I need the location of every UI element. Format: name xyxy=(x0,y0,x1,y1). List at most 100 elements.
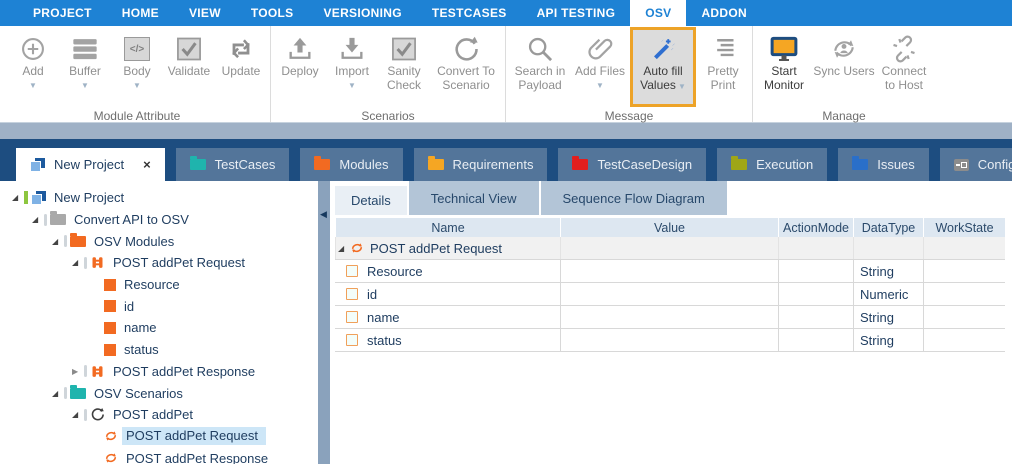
chevron-down-icon[interactable]: ▼ xyxy=(678,82,686,91)
tab-technical-view[interactable]: Technical View xyxy=(409,181,539,215)
actionmode-cell[interactable] xyxy=(778,306,853,328)
column-header-actionmode[interactable]: ActionMode xyxy=(778,218,853,237)
datatype-cell[interactable]: String xyxy=(853,260,923,282)
tree-splitter[interactable]: ◀ xyxy=(318,181,330,464)
tree-item-osv-modules[interactable]: ◢ OSV Modules xyxy=(10,230,318,252)
tab-requirements[interactable]: Requirements xyxy=(414,148,548,181)
menu-api-testing[interactable]: API TESTING xyxy=(522,0,631,26)
workstate-cell[interactable] xyxy=(923,329,1005,351)
validate-button[interactable]: Validate xyxy=(163,31,215,107)
chevron-down-icon[interactable]: ▼ xyxy=(348,82,356,90)
tab-issues[interactable]: Issues xyxy=(838,148,929,181)
chevron-down-icon[interactable]: ▼ xyxy=(29,82,37,90)
expander-icon[interactable]: ◢ xyxy=(52,237,64,246)
row-checkbox[interactable] xyxy=(346,265,358,277)
table-group-row[interactable]: ◢ POST addPet Request xyxy=(335,237,1005,260)
ribbon-group-module-attribute: Add ▼ Buffer ▼ </> Body ▼ xyxy=(4,26,271,122)
workstate-cell[interactable] xyxy=(923,260,1005,282)
menu-home[interactable]: HOME xyxy=(107,0,174,26)
value-cell[interactable] xyxy=(560,329,778,351)
value-cell[interactable] xyxy=(560,283,778,305)
workstate-cell[interactable] xyxy=(923,306,1005,328)
datatype-cell[interactable]: String xyxy=(853,306,923,328)
import-button[interactable]: Import ▼ xyxy=(326,31,378,107)
tree-item-name[interactable]: name xyxy=(10,317,318,339)
start-monitor-button[interactable]: Start Monitor xyxy=(756,31,812,107)
expander-icon[interactable]: ◢ xyxy=(72,258,84,267)
tab-configurations[interactable]: Configurations xyxy=(940,148,1012,181)
tree-item-convert-api-to-osv[interactable]: ◢ Convert API to OSV xyxy=(10,209,318,231)
table-row[interactable]: status String xyxy=(335,329,1005,352)
convert-to-scenario-button[interactable]: Convert To Scenario xyxy=(430,31,502,107)
add-files-button[interactable]: Add Files ▼ xyxy=(571,31,629,107)
menu-addon[interactable]: ADDON xyxy=(686,0,762,26)
actionmode-cell[interactable] xyxy=(778,329,853,351)
chevron-down-icon[interactable]: ▼ xyxy=(596,82,604,90)
column-header-value[interactable]: Value xyxy=(560,218,778,237)
row-checkbox[interactable] xyxy=(346,288,358,300)
table-row[interactable]: id Numeric xyxy=(335,283,1005,306)
chevron-down-icon[interactable]: ▼ xyxy=(133,82,141,90)
tree-item-post-addpet-request-scenario[interactable]: POST addPet Request xyxy=(10,426,318,448)
expander-icon[interactable]: ◢ xyxy=(338,244,350,253)
menu-tools[interactable]: TOOLS xyxy=(236,0,309,26)
body-button[interactable]: </> Body ▼ xyxy=(111,31,163,107)
actionmode-cell[interactable] xyxy=(778,260,853,282)
expander-icon[interactable]: ◢ xyxy=(72,410,84,419)
pretty-print-button[interactable]: Pretty Print xyxy=(697,31,749,107)
search-in-payload-button[interactable]: Search in Payload xyxy=(509,31,571,107)
tab-details[interactable]: Details xyxy=(335,186,407,215)
expander-icon[interactable]: ◢ xyxy=(32,215,44,224)
menu-osv[interactable]: OSV xyxy=(630,0,686,26)
column-header-datatype[interactable]: DataType xyxy=(853,218,923,237)
value-cell[interactable] xyxy=(560,260,778,282)
tab-testcasedesign[interactable]: TestCaseDesign xyxy=(558,148,706,181)
tree-item-post-addpet[interactable]: ◢ POST addPet xyxy=(10,404,318,426)
collapse-left-icon[interactable]: ◀ xyxy=(320,209,327,220)
sanity-check-button[interactable]: Sanity Check xyxy=(378,31,430,107)
menu-view[interactable]: VIEW xyxy=(174,0,236,26)
sync-users-button[interactable]: Sync Users xyxy=(812,31,876,107)
monitor-icon xyxy=(769,33,799,65)
workstate-cell[interactable] xyxy=(923,283,1005,305)
datatype-cell[interactable]: Numeric xyxy=(853,283,923,305)
table-header-row: Name Value ActionMode DataType WorkState xyxy=(335,218,1005,237)
menu-testcases[interactable]: TESTCASES xyxy=(417,0,522,26)
add-button[interactable]: Add ▼ xyxy=(7,31,59,107)
tab-modules[interactable]: Modules xyxy=(300,148,402,181)
tree-item-resource[interactable]: Resource xyxy=(10,274,318,296)
tree-item-post-addpet-request-module[interactable]: ◢ POST addPet Request xyxy=(10,252,318,274)
expander-icon[interactable]: ◢ xyxy=(52,389,64,398)
tab-execution[interactable]: Execution xyxy=(717,148,827,181)
table-row[interactable]: name String xyxy=(335,306,1005,329)
expander-icon[interactable]: ◢ xyxy=(12,193,24,202)
datatype-cell[interactable]: String xyxy=(853,329,923,351)
row-checkbox[interactable] xyxy=(346,334,358,346)
row-checkbox[interactable] xyxy=(346,311,358,323)
auto-fill-values-button[interactable]: Auto fill Values▼ xyxy=(633,31,693,104)
table-row[interactable]: Resource String xyxy=(335,260,1005,283)
menu-versioning[interactable]: VERSIONING xyxy=(308,0,416,26)
connect-to-host-button[interactable]: Connect to Host xyxy=(876,31,932,107)
update-button[interactable]: Update xyxy=(215,31,267,107)
tree-item-new-project[interactable]: ◢ New Project xyxy=(10,187,318,209)
tree-item-post-addpet-response-scenario[interactable]: POST addPet Response xyxy=(10,447,318,464)
tab-sequence-flow-diagram[interactable]: Sequence Flow Diagram xyxy=(541,181,727,215)
expander-icon[interactable]: ▶ xyxy=(72,367,84,376)
bar-icon xyxy=(84,257,87,269)
tab-new-project[interactable]: New Project × xyxy=(16,148,165,181)
column-header-workstate[interactable]: WorkState xyxy=(923,218,1005,237)
column-header-name[interactable]: Name xyxy=(335,218,560,237)
tab-testcases[interactable]: TestCases xyxy=(176,148,290,181)
tree-item-id[interactable]: id xyxy=(10,295,318,317)
chevron-down-icon[interactable]: ▼ xyxy=(81,82,89,90)
buffer-button[interactable]: Buffer ▼ xyxy=(59,31,111,107)
actionmode-cell[interactable] xyxy=(778,283,853,305)
menu-project[interactable]: PROJECT xyxy=(18,0,107,26)
tree-item-post-addpet-response-module[interactable]: ▶ POST addPet Response xyxy=(10,361,318,383)
tree-item-osv-scenarios[interactable]: ◢ OSV Scenarios xyxy=(10,382,318,404)
deploy-button[interactable]: Deploy xyxy=(274,31,326,107)
close-icon[interactable]: × xyxy=(143,157,151,172)
value-cell[interactable] xyxy=(560,306,778,328)
tree-item-status[interactable]: status xyxy=(10,339,318,361)
